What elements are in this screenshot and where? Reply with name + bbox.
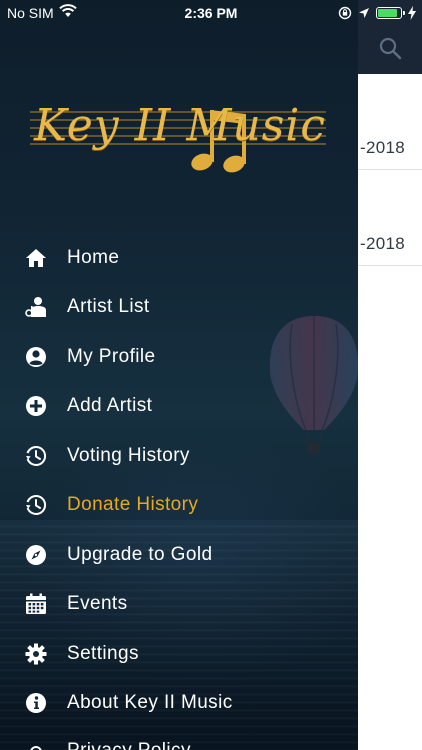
rotation-lock-icon	[338, 6, 352, 20]
menu-item-label: Home	[67, 246, 120, 268]
app-logo: Key II Music	[22, 92, 332, 184]
background-list-row[interactable]: -2018	[358, 170, 422, 266]
location-icon	[359, 8, 369, 18]
row-date-text: -2018	[360, 234, 405, 253]
drawer-menu: Home Artist List My Profile Add Artist V…	[0, 233, 358, 750]
info-icon	[24, 691, 48, 715]
charging-bolt-icon	[408, 6, 416, 20]
history-icon	[24, 444, 48, 468]
menu-item-label: Events	[67, 593, 128, 615]
battery-icon	[376, 7, 405, 19]
menu-item-label: Voting History	[67, 444, 190, 466]
search-icon[interactable]	[378, 36, 402, 60]
menu-item-about[interactable]: About Key II Music	[0, 679, 358, 729]
lock-icon	[24, 744, 48, 750]
calendar-icon	[24, 592, 48, 616]
compass-icon	[24, 543, 48, 567]
menu-item-home[interactable]: Home	[0, 233, 358, 283]
artist-list-icon	[24, 295, 48, 319]
row-date-text: -2018	[360, 138, 405, 157]
menu-item-privacy-policy[interactable]: Privacy Policy	[0, 728, 358, 750]
home-icon	[24, 246, 48, 270]
menu-item-upgrade-to-gold[interactable]: Upgrade to Gold	[0, 530, 358, 580]
side-drawer: Key II Music Home Artist List My Profile…	[0, 0, 358, 750]
background-list-row[interactable]: -2018	[358, 74, 422, 170]
add-circle-icon	[24, 394, 48, 418]
logo-text: Key II Music	[34, 100, 327, 151]
menu-item-my-profile[interactable]: My Profile	[0, 332, 358, 382]
status-bar: No SIM 2:36 PM	[0, 0, 422, 26]
history-icon	[24, 493, 48, 517]
menu-item-label: Add Artist	[67, 395, 153, 417]
menu-item-label: Artist List	[67, 296, 150, 318]
menu-item-label: My Profile	[67, 345, 156, 367]
menu-item-label: Settings	[67, 642, 139, 664]
menu-item-settings[interactable]: Settings	[0, 629, 358, 679]
menu-item-artist-list[interactable]: Artist List	[0, 283, 358, 333]
menu-item-label: Privacy Policy	[67, 740, 191, 750]
gear-icon	[24, 642, 48, 666]
menu-item-add-artist[interactable]: Add Artist	[0, 382, 358, 432]
menu-item-voting-history[interactable]: Voting History	[0, 431, 358, 481]
menu-item-events[interactable]: Events	[0, 580, 358, 630]
menu-item-donate-history[interactable]: Donate History	[0, 481, 358, 531]
status-right-icons	[338, 4, 416, 22]
menu-item-label: Donate History	[67, 494, 199, 516]
menu-item-label: About Key II Music	[67, 692, 233, 714]
profile-icon	[24, 345, 48, 369]
menu-item-label: Upgrade to Gold	[67, 543, 213, 565]
